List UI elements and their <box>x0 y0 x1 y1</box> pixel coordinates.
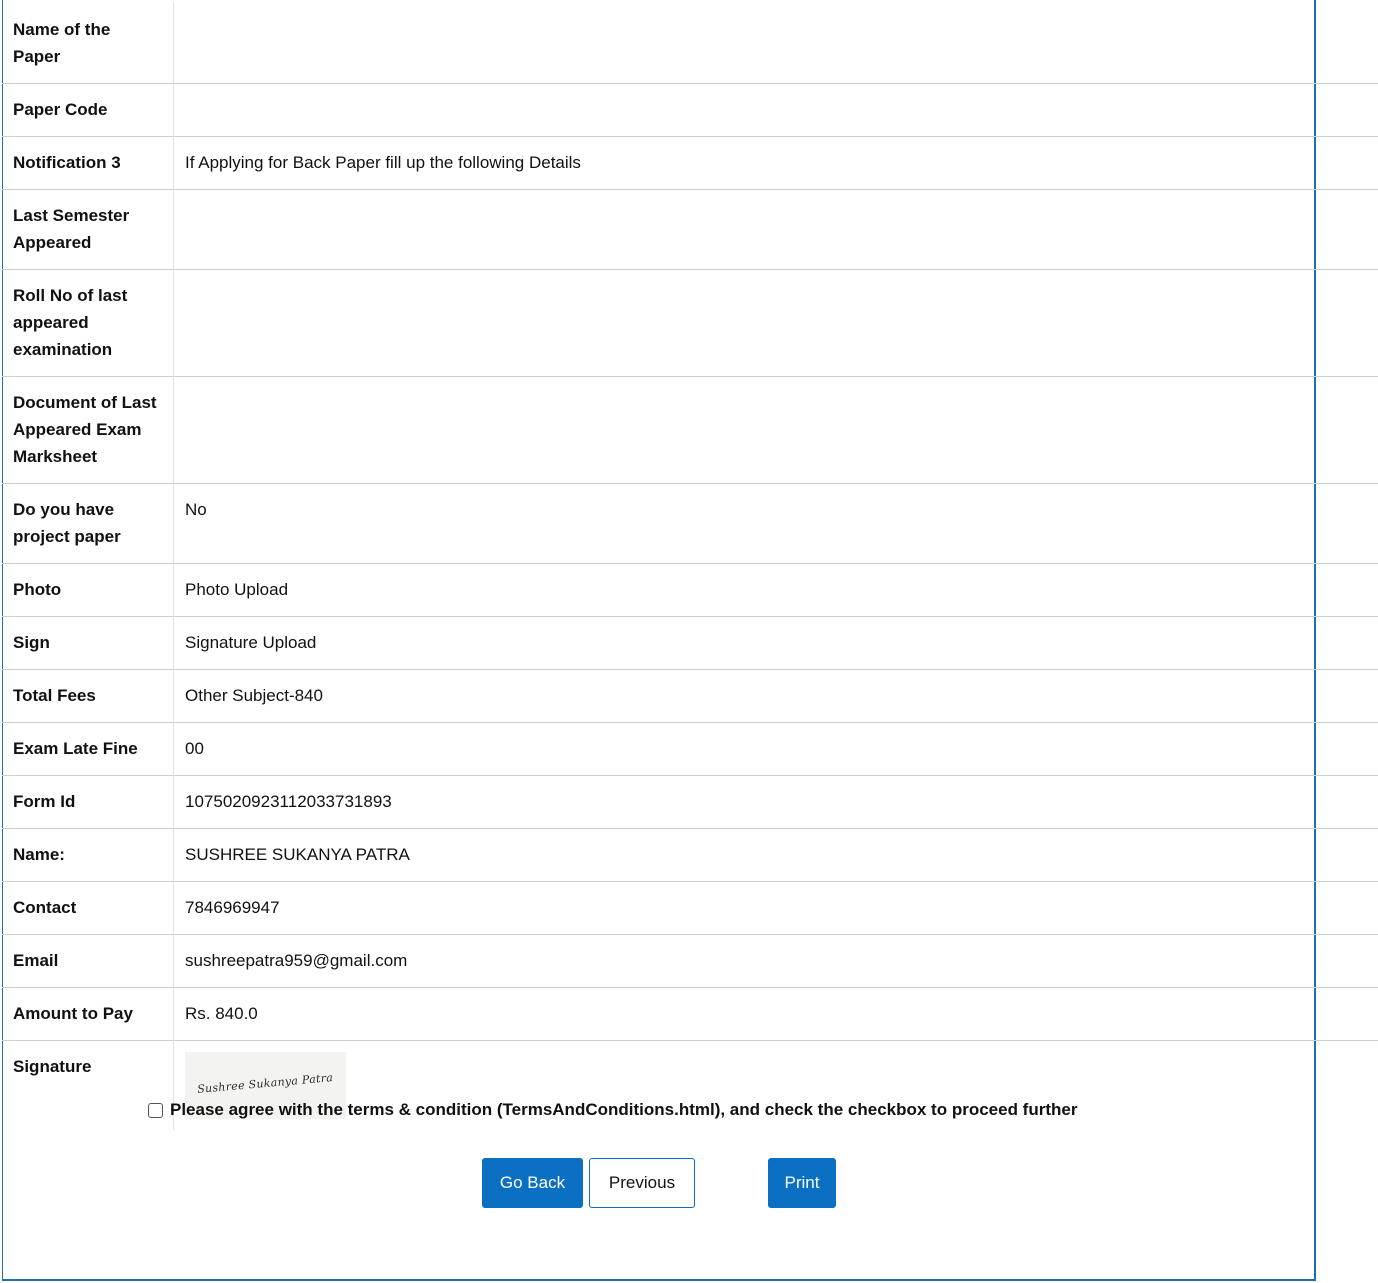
terms-checkbox[interactable] <box>148 1102 163 1118</box>
table-row: Form Id 1075020923112033731893 <box>2 775 1378 829</box>
table-row: Name: SUSHREE SUKANYA PATRA <box>2 828 1378 882</box>
row-label: Paper Code <box>2 83 174 137</box>
row-label: Exam Late Fine <box>2 722 174 776</box>
print-button[interactable]: Print <box>768 1158 836 1208</box>
row-value: Signature Upload <box>185 633 317 652</box>
email-value: sushreepatra959@gmail.com <box>185 951 408 970</box>
table-row: Document of Last Appeared Exam Marksheet <box>2 376 1378 484</box>
row-value <box>174 190 1378 270</box>
row-label: Sign <box>2 616 174 670</box>
table-row: Last Semester Appeared <box>2 189 1378 270</box>
table-row: Email sushreepatra959@gmail.com <box>2 934 1378 988</box>
row-label: Name: <box>2 828 174 882</box>
table-row: Exam Late Fine 00 <box>2 722 1378 776</box>
table-row: Total Fees Other Subject-840 <box>2 669 1378 723</box>
row-value: If Applying for Back Paper fill up the f… <box>185 153 581 172</box>
row-value: No <box>185 500 207 519</box>
amount-value: Rs. 840.0 <box>185 1004 258 1023</box>
row-label: Email <box>2 934 174 988</box>
row-label: Do you have project paper <box>2 483 174 564</box>
terms-label: Please agree with the terms & condition … <box>170 1100 1078 1119</box>
row-label: Notification 3 <box>2 136 174 190</box>
contact-value: 7846969947 <box>185 898 280 917</box>
application-details-table: Name of the Paper Paper Code Notificatio… <box>2 2 1378 1130</box>
row-value <box>174 2 1378 84</box>
row-label: Photo <box>2 563 174 617</box>
row-label: Document of Last Appeared Exam Marksheet <box>2 376 174 484</box>
row-value <box>174 270 1378 377</box>
row-value: 00 <box>185 739 204 758</box>
table-row: Do you have project paper No <box>2 483 1378 564</box>
row-label: Total Fees <box>2 669 174 723</box>
row-label: Form Id <box>2 775 174 829</box>
previous-button[interactable]: Previous <box>589 1158 695 1208</box>
row-value <box>174 377 1378 484</box>
table-row: Sign Signature Upload <box>2 616 1378 670</box>
form-id-value: 1075020923112033731893 <box>185 792 392 811</box>
applicant-name-value: SUSHREE SUKANYA PATRA <box>185 845 410 864</box>
table-row: Amount to Pay Rs. 840.0 <box>2 987 1378 1041</box>
signature-handwriting: Sushree Sukanya Patra <box>196 1071 334 1096</box>
table-row: Name of the Paper <box>2 2 1378 84</box>
row-value: Other Subject-840 <box>185 686 323 705</box>
row-value: Photo Upload <box>185 580 289 599</box>
table-row: Photo Photo Upload <box>2 563 1378 617</box>
row-value <box>174 84 1378 137</box>
go-back-button[interactable]: Go Back <box>482 1158 583 1208</box>
table-row: Contact 7846969947 <box>2 881 1378 935</box>
table-row: Notification 3 If Applying for Back Pape… <box>2 136 1378 190</box>
row-label: Last Semester Appeared <box>2 189 174 270</box>
terms-agreement[interactable]: Please agree with the terms & condition … <box>148 1100 1077 1120</box>
table-row: Paper Code <box>2 83 1378 137</box>
table-row: Roll No of last appeared examination <box>2 269 1378 377</box>
row-label: Roll No of last appeared examination <box>2 269 174 377</box>
row-label: Name of the Paper <box>2 2 174 84</box>
row-label: Amount to Pay <box>2 987 174 1041</box>
row-label: Contact <box>2 881 174 935</box>
